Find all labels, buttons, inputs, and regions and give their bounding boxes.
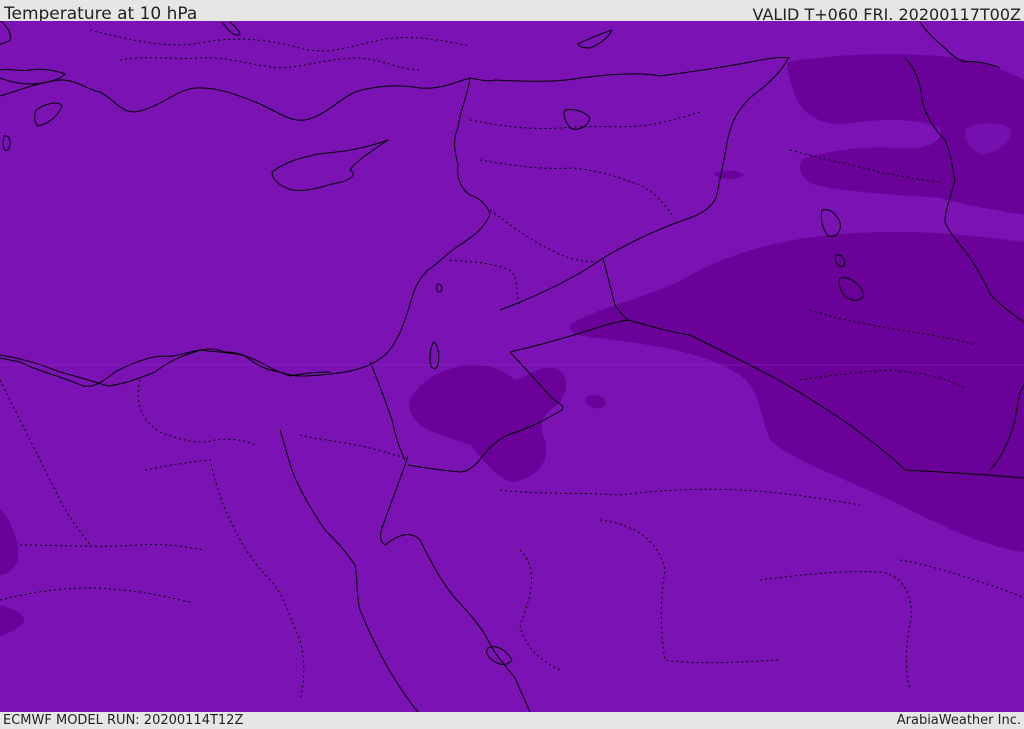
weather-map-frame: Temperature at 10 hPa VALID T+060 FRI. 2… [0, 0, 1024, 729]
map-area[interactable] [0, 21, 1024, 712]
model-run-label: ECMWF MODEL RUN: 20200114T12Z [3, 713, 244, 728]
credit-label: ArabiaWeather Inc. [896, 713, 1021, 728]
map-canvas [0, 21, 1024, 712]
map-header: Temperature at 10 hPa VALID T+060 FRI. 2… [0, 0, 1024, 24]
map-footer: ECMWF MODEL RUN: 20200114T12Z ArabiaWeat… [0, 712, 1024, 729]
